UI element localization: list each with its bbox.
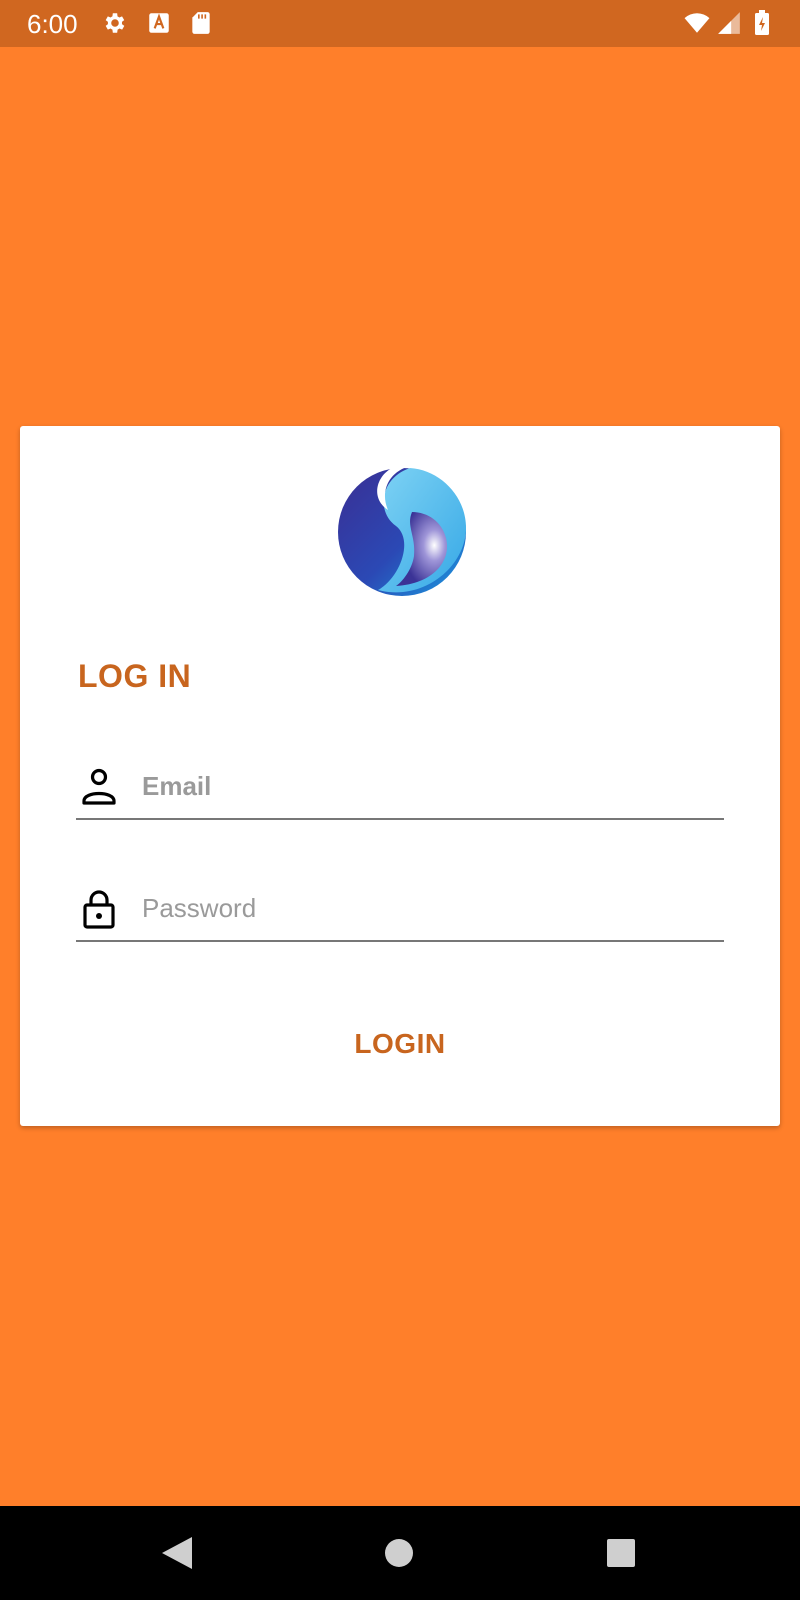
cell-signal-icon: [716, 10, 742, 36]
back-icon[interactable]: [152, 1528, 202, 1578]
recents-icon[interactable]: [596, 1528, 646, 1578]
text-a-icon: [146, 10, 172, 36]
person-icon: [80, 766, 118, 808]
wifi-icon: [682, 10, 712, 36]
login-card: LOG IN LOGIN: [20, 426, 780, 1126]
email-input[interactable]: [142, 762, 712, 810]
sd-card-icon: [188, 10, 214, 36]
navigation-bar: [0, 1506, 800, 1600]
brand-logo-icon: [336, 466, 468, 598]
login-button[interactable]: LOGIN: [300, 1012, 500, 1076]
status-time: 6:00: [27, 9, 78, 39]
home-icon[interactable]: [374, 1528, 424, 1578]
battery-charging-icon: [752, 10, 772, 36]
status-bar: 6:00: [0, 0, 800, 47]
lock-icon: [80, 888, 118, 930]
email-field: [76, 756, 724, 820]
gear-icon: [102, 10, 128, 36]
page-title: LOG IN: [78, 658, 192, 694]
password-field: [76, 878, 724, 942]
password-input[interactable]: [142, 884, 712, 932]
